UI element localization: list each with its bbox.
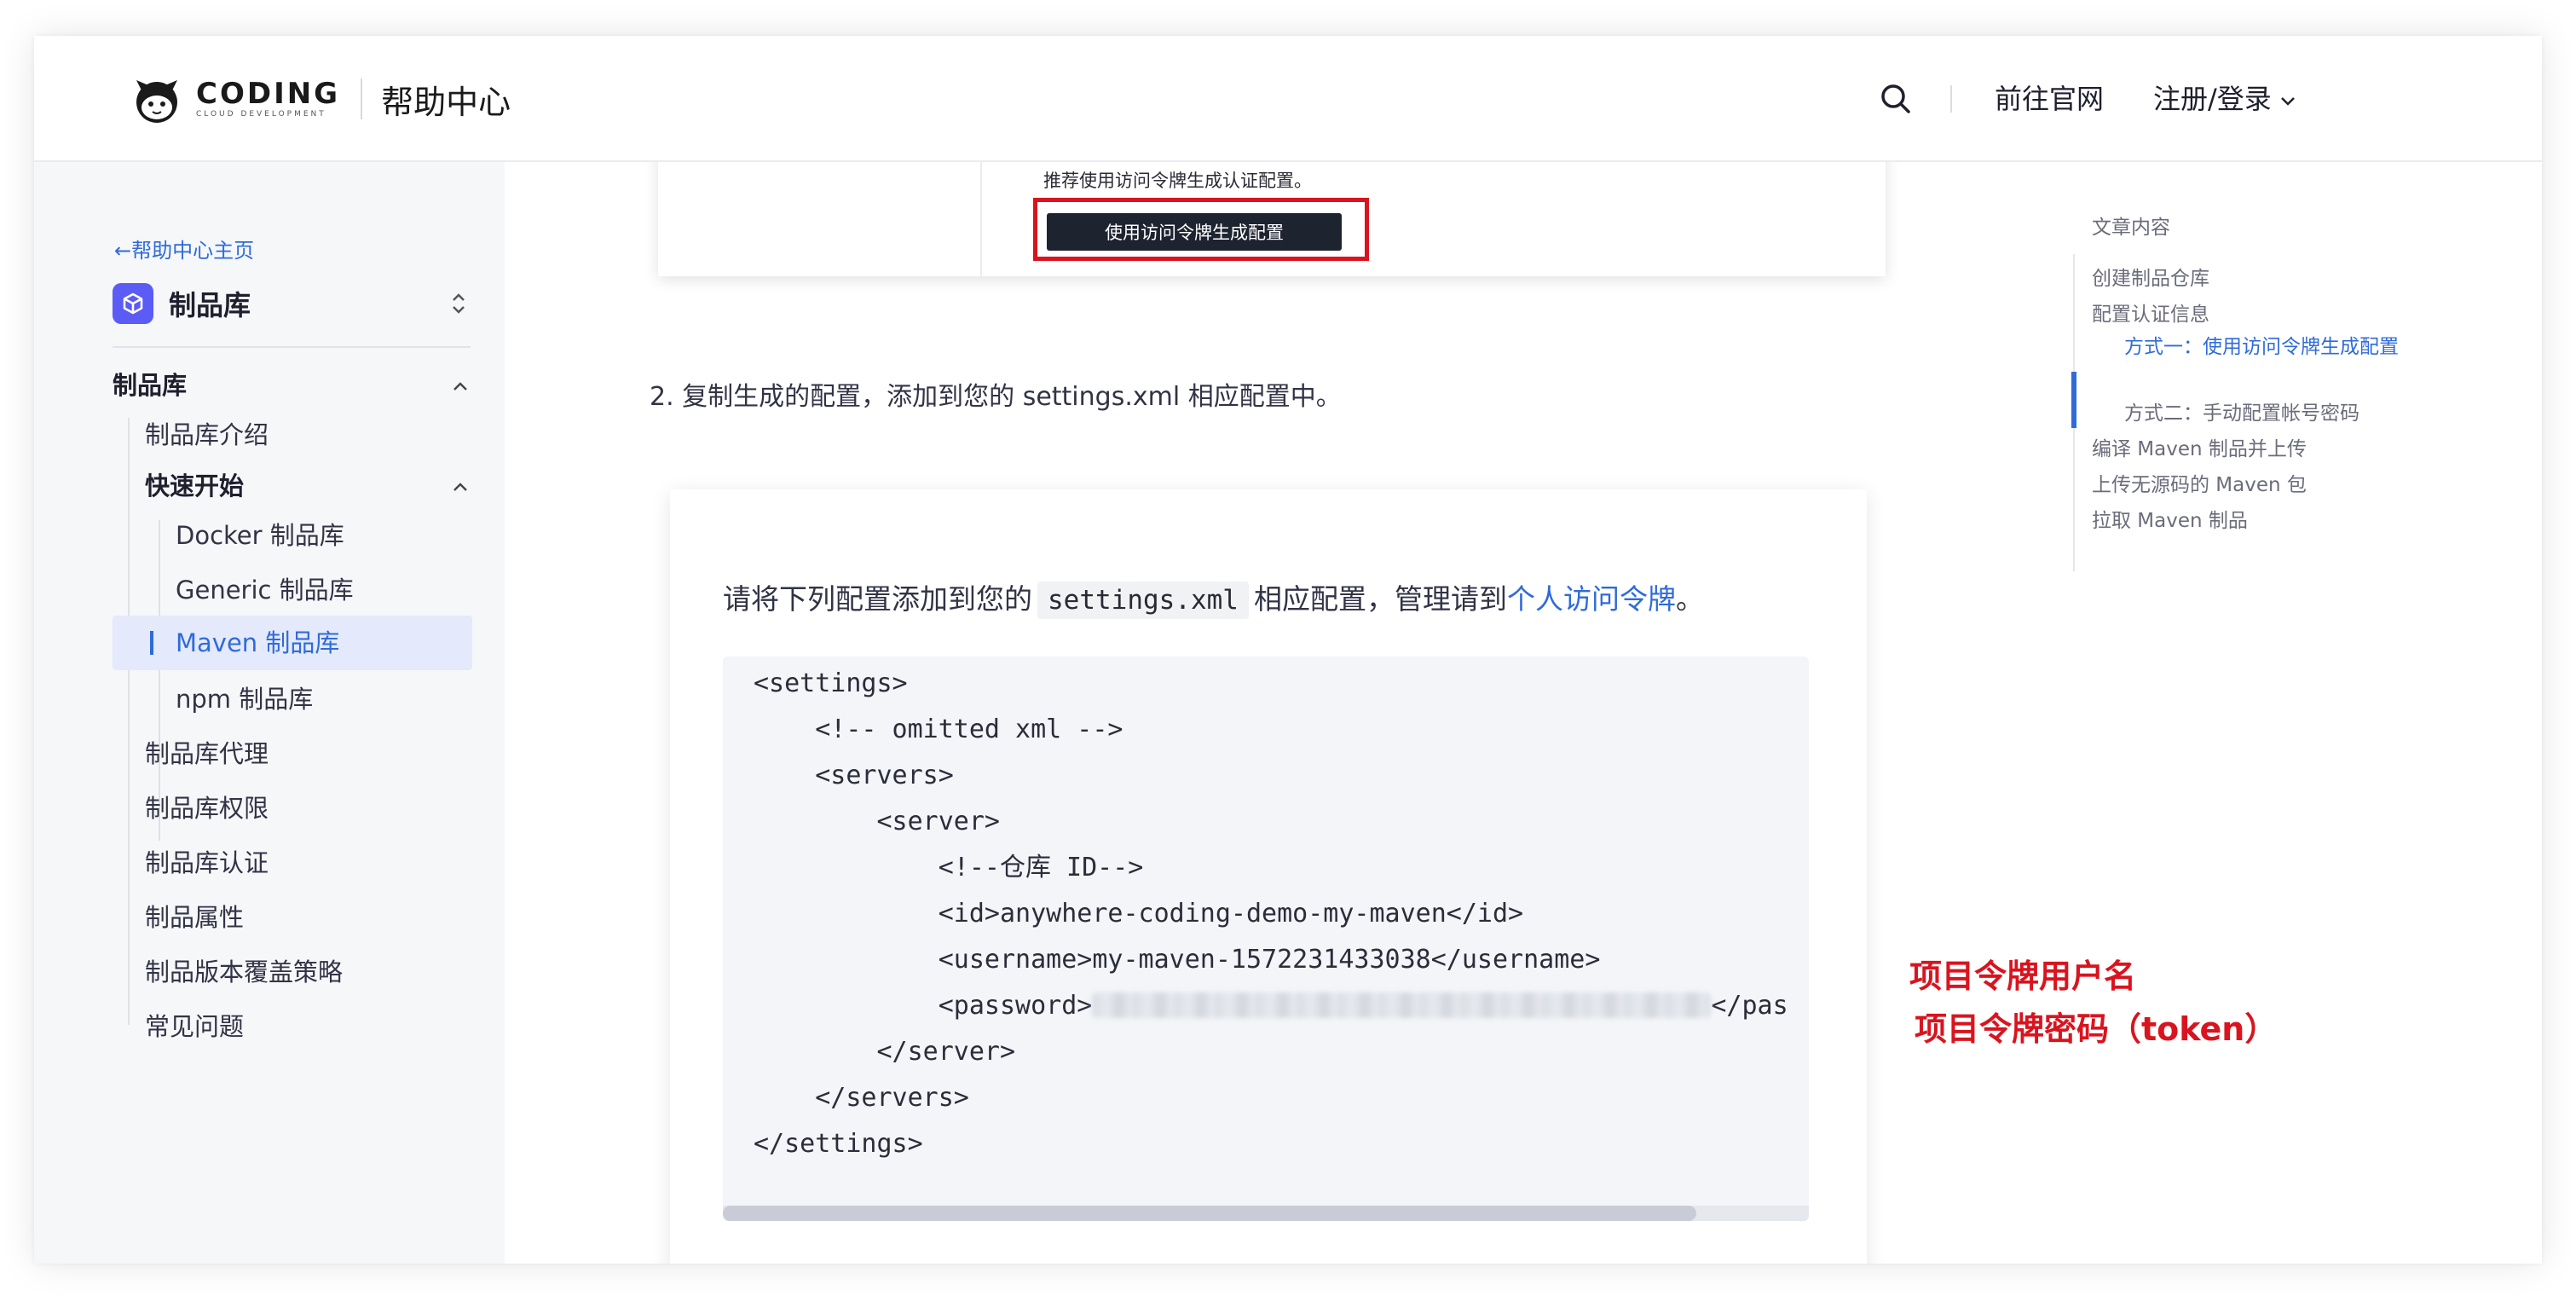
code-block[interactable]: <settings> <!-- omitted xml --> <servers…	[723, 657, 1809, 1221]
code-line: <servers>	[754, 761, 954, 790]
sidebar-item-auth[interactable]: 制品库认证	[145, 846, 269, 880]
password-open-tag: <password>	[754, 991, 1093, 1021]
sidebar-item-proxy[interactable]: 制品库代理	[145, 737, 269, 771]
sidebar-item-quickstart[interactable]: 快速开始	[145, 469, 244, 503]
header-separator	[1950, 85, 1952, 113]
logo-subtitle: CLOUD DEVELOPMENT	[196, 110, 326, 119]
sidebar: ←帮助中心主页 制品库 制品库 制品库介绍 快速开始 Docker 制品库 Ge…	[34, 162, 505, 1264]
top-header: CODING CLOUD DEVELOPMENT 帮助中心 前往官网 注册/登录	[34, 36, 2542, 162]
logo-wordmark: CODING	[196, 77, 341, 111]
coding-logo[interactable]: CODING CLOUD DEVELOPMENT 帮助中心	[130, 70, 511, 128]
main-content: 推荐使用访问令牌生成认证配置。 使用访问令牌生成配置 2. 复制生成的配置，添加…	[505, 162, 2542, 1264]
embedded-screenshot: 推荐使用访问令牌生成认证配置。 使用访问令牌生成配置	[658, 162, 1886, 276]
active-item-indicator	[150, 631, 153, 655]
sidebar-item-version-policy[interactable]: 制品版本覆盖策略	[145, 955, 343, 989]
inline-code-settings: settings.xml	[1037, 581, 1249, 619]
sidebar-item-docker[interactable]: Docker 制品库	[176, 518, 344, 553]
toc-item-method-one[interactable]: 方式一：使用访问令牌生成配置	[2124, 333, 2406, 362]
chevron-up-icon[interactable]	[450, 377, 471, 397]
code-line-password: <password> </pas	[754, 989, 1788, 1023]
code-line: <server>	[754, 807, 1000, 836]
coding-mascot-icon	[136, 80, 177, 123]
chevron-up-icon[interactable]	[450, 477, 471, 498]
toc-item-method-two[interactable]: 方式二：手动配置帐号密码	[2124, 399, 2359, 428]
official-site-link[interactable]: 前往官网	[1995, 80, 2104, 118]
login-dropdown[interactable]: 注册/登录	[2153, 80, 2297, 118]
screenshot-hint-text: 推荐使用访问令牌生成认证配置。	[1043, 171, 1312, 191]
toc-item-compile-upload[interactable]: 编译 Maven 制品并上传	[2092, 435, 2307, 464]
sidebar-item-intro[interactable]: 制品库介绍	[145, 418, 269, 452]
code-line: </server>	[754, 1037, 1016, 1067]
personal-token-link[interactable]: 个人访问令牌	[1507, 582, 1676, 616]
toc-item-pull[interactable]: 拉取 Maven 制品	[2092, 506, 2248, 535]
toc-active-indicator	[2071, 372, 2076, 428]
code-line: <!-- omitted xml -->	[754, 715, 1123, 744]
code-line: <username>my-maven-1572231433038</userna…	[754, 945, 1601, 975]
chevron-down-icon	[2280, 97, 2295, 106]
scrollbar-thumb[interactable]	[723, 1206, 1696, 1221]
sidebar-item-maven[interactable]: Maven 制品库	[176, 626, 339, 660]
tree-line-level1	[128, 418, 130, 1025]
code-line: <!--仓库 ID-->	[754, 853, 1144, 882]
password-close-tag: </pas	[1711, 991, 1788, 1021]
code-line: <settings>	[754, 668, 908, 698]
annotation-token: 项目令牌密码（token）	[1915, 1010, 2278, 1048]
back-to-help-home-link[interactable]: ←帮助中心主页	[114, 235, 254, 266]
cube-icon	[113, 283, 153, 324]
product-name: 制品库	[169, 289, 251, 321]
help-center-title: 帮助中心	[381, 83, 511, 121]
code-line: </settings>	[754, 1129, 923, 1159]
intro-text: 。	[1675, 582, 1704, 616]
sidebar-item-faq[interactable]: 常见问题	[145, 1010, 244, 1044]
toc-title: 文章内容	[2092, 217, 2170, 239]
toc-item-create-repo[interactable]: 创建制品仓库	[2092, 264, 2209, 293]
logo-divider	[361, 78, 363, 119]
sidebar-item-attributes[interactable]: 制品属性	[145, 900, 244, 934]
horizontal-scrollbar[interactable]	[723, 1206, 1809, 1221]
config-dialog: 请将下列配置添加到您的 settings.xml 相应配置，管理请到个人访问令牌。 …	[670, 489, 1867, 1264]
toc-item-auth-config[interactable]: 配置认证信息	[2092, 300, 2209, 329]
code-line: </servers>	[754, 1083, 969, 1113]
toc-item-upload-no-source[interactable]: 上传无源码的 Maven 包	[2092, 471, 2307, 500]
code-line: <id>anywhere-coding-demo-my-maven</id>	[754, 899, 1524, 929]
annotation-username: 项目令牌用户名	[1909, 958, 2137, 995]
product-switcher[interactable]: 制品库	[113, 281, 471, 326]
step-2-text: 2. 复制生成的配置，添加到您的 settings.xml 相应配置中。	[650, 382, 1342, 412]
sidebar-item-generic[interactable]: Generic 制品库	[176, 573, 354, 607]
blurred-password	[1092, 992, 1712, 1018]
login-label: 注册/登录	[2153, 83, 2272, 115]
expand-collapse-icon	[453, 293, 465, 314]
search-icon[interactable]	[1879, 82, 1913, 116]
config-intro: 请将下列配置添加到您的 settings.xml 相应配置，管理请到个人访问令牌。	[723, 578, 1704, 622]
sidebar-divider	[113, 346, 471, 348]
intro-text: 相应配置，管理请到	[1253, 582, 1507, 616]
browser-window: CODING CLOUD DEVELOPMENT 帮助中心 前往官网 注册/登录…	[34, 36, 2542, 1264]
screenshot-divider	[980, 162, 982, 276]
sidebar-item-product-library[interactable]: 制品库	[113, 368, 187, 402]
generate-config-button: 使用访问令牌生成配置	[1047, 213, 1342, 251]
intro-text: 请将下列配置添加到您的	[723, 582, 1032, 616]
sidebar-item-permissions[interactable]: 制品库权限	[145, 791, 269, 825]
sidebar-item-npm[interactable]: npm 制品库	[176, 682, 313, 716]
